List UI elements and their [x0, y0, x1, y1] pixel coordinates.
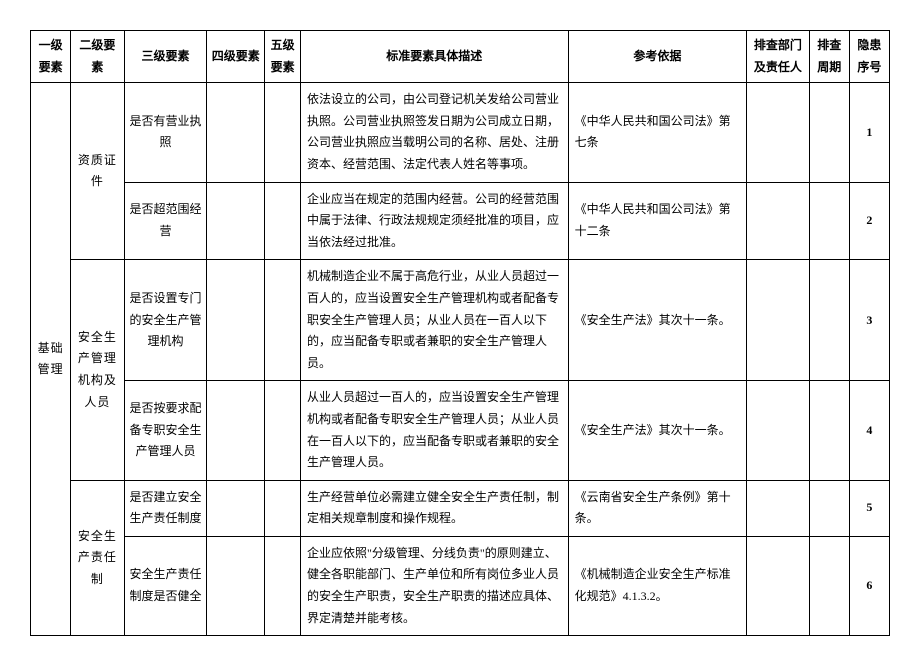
- table-row: 安全生产管理机构及人员 是否设置专门的安全生产管理机构 机械制造企业不属于高危行…: [31, 260, 890, 381]
- l5-cell: [265, 182, 301, 260]
- l4-cell: [207, 381, 265, 480]
- dept-cell: [747, 260, 809, 381]
- dept-cell: [747, 381, 809, 480]
- desc-cell: 企业应依照"分级管理、分线负责"的原则建立、健全各职能部门、生产单位和所有岗位多…: [300, 536, 568, 635]
- l2-cell: 安全生产管理机构及人员: [71, 260, 125, 480]
- safety-element-table: 一级要素 二级要素 三级要素 四级要素 五级要素 标准要素具体描述 参考依据 排…: [30, 30, 890, 636]
- table-row: 安全生产责任制度是否健全 企业应依照"分级管理、分线负责"的原则建立、健全各职能…: [31, 536, 890, 635]
- cycle-cell: [809, 83, 849, 182]
- l5-cell: [265, 536, 301, 635]
- dept-cell: [747, 480, 809, 536]
- l3-cell: 是否设置专门的安全生产管理机构: [124, 260, 207, 381]
- l5-cell: [265, 260, 301, 381]
- l2-cell: 安全生产责任制: [71, 480, 125, 636]
- desc-cell: 企业应当在规定的范围内经营。公司的经营范围中属于法律、行政法规规定须经批准的项目…: [300, 182, 568, 260]
- ref-cell: 《安全生产法》其次十一条。: [568, 260, 746, 381]
- dept-cell: [747, 83, 809, 182]
- seq-cell: 6: [849, 536, 889, 635]
- l4-cell: [207, 182, 265, 260]
- header-l5: 五级要素: [265, 31, 301, 83]
- header-l1: 一级要素: [31, 31, 71, 83]
- cycle-cell: [809, 536, 849, 635]
- cycle-cell: [809, 381, 849, 480]
- desc-cell: 从业人员超过一百人的，应当设置安全生产管理机构或者配备专职安全生产管理人员；从业…: [300, 381, 568, 480]
- l3-cell: 安全生产责任制度是否健全: [124, 536, 207, 635]
- ref-cell: 《云南省安全生产条例》第十条。: [568, 480, 746, 536]
- cycle-cell: [809, 182, 849, 260]
- desc-cell: 依法设立的公司，由公司登记机关发给公司营业执照。公司营业执照签发日期为公司成立日…: [300, 83, 568, 182]
- seq-cell: 4: [849, 381, 889, 480]
- l3-cell: 是否按要求配备专职安全生产管理人员: [124, 381, 207, 480]
- seq-cell: 1: [849, 83, 889, 182]
- l4-cell: [207, 260, 265, 381]
- ref-cell: 《安全生产法》其次十一条。: [568, 381, 746, 480]
- dept-cell: [747, 536, 809, 635]
- header-ref: 参考依据: [568, 31, 746, 83]
- l4-cell: [207, 480, 265, 536]
- cycle-cell: [809, 480, 849, 536]
- table-row: 安全生产责任制 是否建立安全生产责任制度 生产经营单位必需建立健全安全生产责任制…: [31, 480, 890, 536]
- l3-cell: 是否有营业执照: [124, 83, 207, 182]
- seq-cell: 2: [849, 182, 889, 260]
- header-desc: 标准要素具体描述: [300, 31, 568, 83]
- ref-cell: 《机械制造企业安全生产标准化规范》4.1.3.2。: [568, 536, 746, 635]
- l4-cell: [207, 83, 265, 182]
- l3-cell: 是否超范围经营: [124, 182, 207, 260]
- dept-cell: [747, 182, 809, 260]
- header-l2: 二级要素: [71, 31, 125, 83]
- ref-cell: 《中华人民共和国公司法》第十二条: [568, 182, 746, 260]
- header-dept: 排查部门及责任人: [747, 31, 809, 83]
- desc-cell: 机械制造企业不属于高危行业，从业人员超过一百人的，应当设置安全生产管理机构或者配…: [300, 260, 568, 381]
- header-cycle: 排查周期: [809, 31, 849, 83]
- table-row: 是否按要求配备专职安全生产管理人员 从业人员超过一百人的，应当设置安全生产管理机…: [31, 381, 890, 480]
- seq-cell: 5: [849, 480, 889, 536]
- l5-cell: [265, 480, 301, 536]
- header-seq: 隐患序号: [849, 31, 889, 83]
- table-row: 基础管理 资质证件 是否有营业执照 依法设立的公司，由公司登记机关发给公司营业执…: [31, 83, 890, 182]
- header-l4: 四级要素: [207, 31, 265, 83]
- l5-cell: [265, 381, 301, 480]
- l4-cell: [207, 536, 265, 635]
- table-row: 是否超范围经营 企业应当在规定的范围内经营。公司的经营范围中属于法律、行政法规规…: [31, 182, 890, 260]
- cycle-cell: [809, 260, 849, 381]
- header-l3: 三级要素: [124, 31, 207, 83]
- l5-cell: [265, 83, 301, 182]
- ref-cell: 《中华人民共和国公司法》第七条: [568, 83, 746, 182]
- desc-cell: 生产经营单位必需建立健全安全生产责任制，制定相关规章制度和操作规程。: [300, 480, 568, 536]
- seq-cell: 3: [849, 260, 889, 381]
- l3-cell: 是否建立安全生产责任制度: [124, 480, 207, 536]
- l2-cell: 资质证件: [71, 83, 125, 260]
- l1-cell: 基础管理: [31, 83, 71, 636]
